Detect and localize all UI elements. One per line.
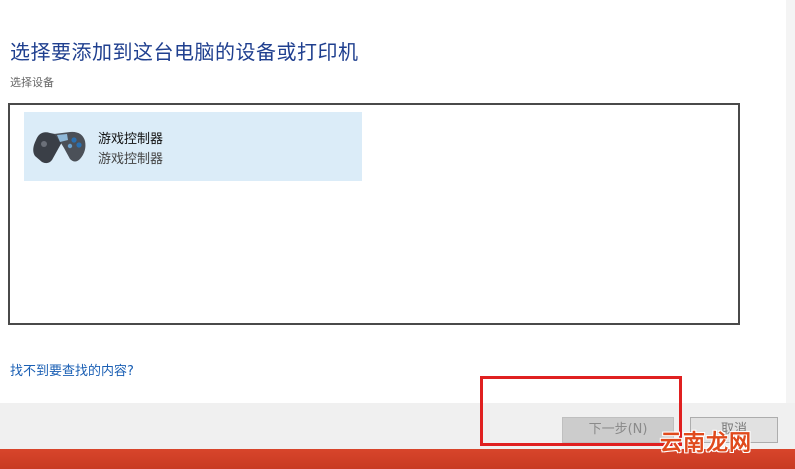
device-type: 游戏控制器 [98,152,164,167]
device-name: 游戏控制器 [98,132,164,147]
gamepad-icon [33,131,86,164]
watermark: 云南龙网 [660,431,753,456]
help-link[interactable]: 找不到要查找的内容? [10,360,134,379]
window-edge [786,0,795,403]
device-list[interactable]: 游戏控制器 游戏控制器 [8,103,740,325]
add-device-dialog: 选择要添加到这台电脑的设备或打印机 选择设备 游戏控制器 游戏控制器 找不到要查… [0,0,795,469]
dialog-title: 选择要添加到这台电脑的设备或打印机 [10,40,359,64]
device-item-game-controller[interactable]: 游戏控制器 游戏控制器 [24,112,362,181]
highlight-box [480,376,682,446]
dialog-subtitle: 选择设备 [10,76,54,89]
